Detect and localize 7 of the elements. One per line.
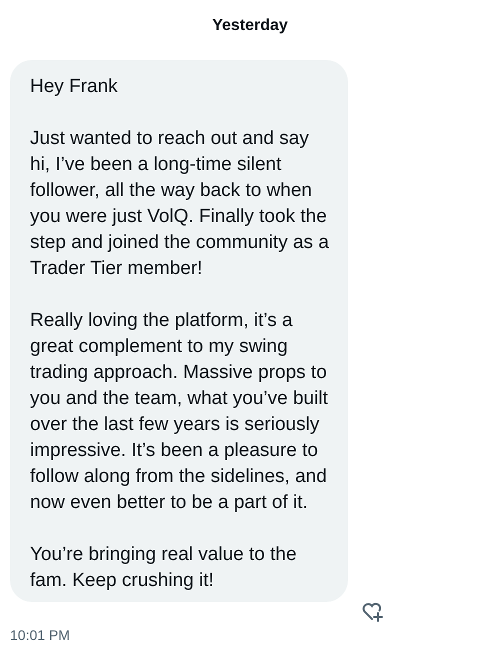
message-paragraph: Just wanted to reach out and say hi, I’ve been a long-time silent follower, all the way back to when you were just VolQ. Finally took the step and joined the community as a Trader Tier member! xyxy=(30,127,330,281)
message-paragraph: You’re bringing real value to the fam. Keep crushing it! xyxy=(30,543,298,593)
message-paragraph: Hey Frank xyxy=(30,75,119,99)
message-paragraph: Really loving the platform, it’s a great complement to my swing trading approach. Massive props to you and the team, what you’ve built over the last few years is seriously impressive. It’s been a pleasure to follow along from the sidelines, and now even better to be a part of it. xyxy=(30,309,329,515)
add-reaction-icon[interactable] xyxy=(360,600,384,624)
message-timestamp: 10:01 PM xyxy=(10,627,70,643)
date-divider: Yesterday xyxy=(212,16,288,36)
